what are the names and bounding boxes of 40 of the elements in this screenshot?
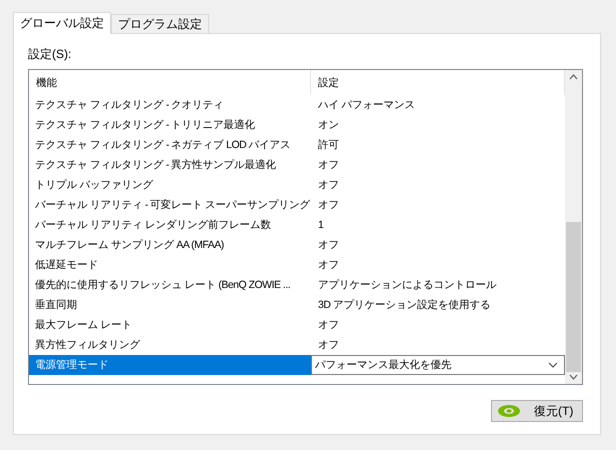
- feature-cell[interactable]: 低遅延モード: [29, 255, 311, 275]
- feature-cell[interactable]: テクスチャ フィルタリング - クオリティ: [29, 95, 311, 115]
- value-cell-text: 3D アプリケーション設定を使用する: [317, 298, 492, 313]
- feature-cell[interactable]: 異方性フィルタリング: [29, 335, 311, 355]
- value-cell-text: ハイ パフォーマンス: [317, 98, 416, 113]
- feature-cell[interactable]: テクスチャ フィルタリング - ネガティブ LOD バイアス: [29, 135, 311, 155]
- feature-cell[interactable]: 優先的に使用するリフレッシュ レート (BenQ ZOWIE ...: [29, 275, 311, 295]
- column-header[interactable]: 機能: [29, 70, 311, 95]
- feature-cell[interactable]: マルチフレーム サンプリング AA (MFAA): [29, 235, 311, 255]
- value-cell-text: オン: [317, 118, 340, 133]
- value-dropdown[interactable]: パフォーマンス最大化を優先: [311, 355, 565, 375]
- feature-cell[interactable]: 垂直同期: [29, 295, 311, 315]
- feature-cell[interactable]: テクスチャ フィルタリング - トリリニア最適化: [29, 115, 311, 135]
- scrollbar[interactable]: [565, 70, 582, 384]
- settings-label: 設定(S):: [28, 46, 72, 63]
- value-cell-text: オフ: [317, 318, 340, 333]
- feature-cell[interactable]: トリプル バッファリング: [29, 175, 311, 195]
- scroll-up-icon[interactable]: [569, 74, 578, 80]
- feature-cell[interactable]: バーチャル リアリティ レンダリング前フレーム数: [29, 215, 311, 235]
- eye-logo-icon: [496, 404, 522, 418]
- tab[interactable]: グローバル設定: [13, 12, 111, 34]
- feature-cell[interactable]: 電源管理モード: [29, 355, 311, 375]
- value-cell-text: オフ: [317, 178, 340, 193]
- feature-cell[interactable]: バーチャル リアリティ - 可変レート スーパーサンプリング: [29, 195, 311, 215]
- value-cell-text: アプリケーションによるコントロール: [317, 278, 498, 293]
- scroll-down-icon[interactable]: [569, 374, 578, 380]
- value-cell-text: 許可: [317, 138, 340, 153]
- value-cell-text: オフ: [317, 158, 340, 173]
- restore-button[interactable]: 復元(T): [491, 400, 583, 422]
- scrollbar-thumb[interactable]: [566, 222, 581, 372]
- value-cell-text: オフ: [317, 238, 340, 253]
- dropdown-value: パフォーマンス最大化を優先: [315, 358, 452, 372]
- chevron-down-icon: [548, 362, 558, 368]
- tab[interactable]: プログラム設定: [111, 14, 209, 33]
- feature-cell[interactable]: 最大フレーム レート: [29, 315, 311, 335]
- value-cell-text: オフ: [317, 198, 340, 213]
- value-cell-text: オフ: [317, 258, 340, 273]
- value-cell-text: オフ: [317, 338, 340, 353]
- value-cell-text: 1: [317, 218, 324, 233]
- feature-cell[interactable]: テクスチャ フィルタリング - 異方性サンプル最適化: [29, 155, 311, 175]
